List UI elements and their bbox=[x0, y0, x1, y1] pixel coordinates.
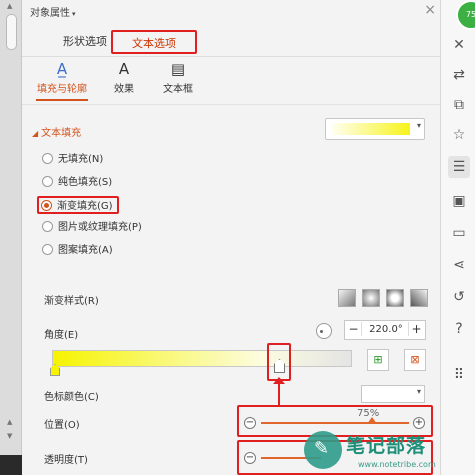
property-icon[interactable]: ☰ bbox=[448, 156, 470, 178]
text-fill-icon: A̲ bbox=[56, 60, 68, 78]
radio-picture-fill[interactable]: 图片或纹理填充(P) bbox=[42, 219, 142, 237]
divider bbox=[22, 104, 440, 105]
slider-track[interactable] bbox=[261, 422, 409, 424]
radio-button[interactable] bbox=[42, 153, 53, 164]
dark-corner bbox=[0, 455, 22, 475]
arrow-icon[interactable]: ⇄ bbox=[448, 64, 470, 86]
transparency-decrease-button[interactable]: − bbox=[244, 452, 256, 464]
transparency-label: 透明度(T) bbox=[44, 455, 88, 466]
angle-increase-button[interactable]: + bbox=[408, 322, 424, 336]
position-decrease-button[interactable]: − bbox=[244, 417, 256, 429]
angle-input[interactable]: 220.0° bbox=[365, 324, 407, 335]
radio-label: 无填充(N) bbox=[58, 154, 104, 165]
divider bbox=[22, 56, 440, 57]
radio-pattern-fill[interactable]: 图案填充(A) bbox=[42, 242, 113, 260]
stop-color-label: 色标颜色(C) bbox=[44, 392, 99, 403]
add-stop-button[interactable]: ⊞ bbox=[367, 349, 389, 371]
share-icon[interactable]: ⋖ bbox=[448, 254, 470, 276]
gradient-stop-selected[interactable] bbox=[274, 359, 285, 373]
tab-text-options[interactable]: 文本选项 bbox=[111, 30, 197, 54]
help-icon[interactable]: ? bbox=[448, 318, 470, 340]
pen-icon: ✎ bbox=[314, 438, 330, 459]
radio-label: 纯色填充(S) bbox=[58, 177, 113, 188]
active-underline bbox=[36, 99, 88, 101]
scroll-up-icon[interactable]: ▲ bbox=[7, 2, 12, 10]
panel-title[interactable]: 对象属性 ▾ bbox=[30, 4, 76, 19]
text-fill-section-header[interactable]: ◢ 文本填充 bbox=[32, 124, 81, 139]
subtab-textbox[interactable]: ▤ 文本框 bbox=[152, 58, 204, 95]
gradient-stop-highlight[interactable] bbox=[267, 343, 291, 381]
section-title: 文本填充 bbox=[41, 128, 82, 139]
watermark-title: 笔记部落 bbox=[346, 435, 427, 457]
left-scroll-strip[interactable]: ▲ ▲ ▼ bbox=[0, 0, 22, 475]
radio-no-fill[interactable]: 无填充(N) bbox=[42, 151, 103, 169]
subtab-label: 文本框 bbox=[163, 84, 193, 95]
angle-stepper[interactable]: − 220.0° + bbox=[344, 320, 426, 340]
watermark-logo: ✎ bbox=[304, 431, 342, 469]
object-properties-panel: 对象属性 ▾ × 形状选项 文本选项 A̲ 填充与轮廓 A 效果 ▤ 文本框 ◢ 文… bbox=[22, 0, 440, 475]
stop-color-dropdown[interactable]: ▾ bbox=[361, 385, 425, 403]
chevron-down-icon[interactable]: ▾ bbox=[417, 387, 421, 396]
radio-label: 图案填充(A) bbox=[58, 245, 113, 256]
scroll-down-icon[interactable]: ▼ bbox=[7, 432, 12, 440]
close-icon[interactable]: × bbox=[424, 2, 436, 18]
gradient-style-label: 渐变样式(R) bbox=[44, 296, 99, 307]
position-label: 位置(O) bbox=[44, 420, 80, 431]
radio-button[interactable] bbox=[42, 176, 53, 187]
dial-dot bbox=[320, 330, 323, 333]
panel-title-text: 对象属性 bbox=[30, 8, 70, 19]
radio-gradient-fill[interactable]: 渐变填充(G) bbox=[37, 196, 119, 214]
radio-solid-fill[interactable]: 纯色填充(S) bbox=[42, 174, 112, 192]
close-icon[interactable]: ✕ bbox=[448, 34, 470, 56]
radio-label: 渐变填充(G) bbox=[57, 201, 113, 212]
radio-label: 图片或纹理填充(P) bbox=[58, 222, 142, 233]
radio-button[interactable] bbox=[42, 244, 53, 255]
radio-button-selected[interactable] bbox=[41, 200, 52, 211]
subtab-fill-outline[interactable]: A̲ 填充与轮廓 bbox=[32, 58, 92, 101]
history-icon[interactable]: ↺ bbox=[448, 286, 470, 308]
star-icon[interactable]: ☆ bbox=[448, 124, 470, 146]
image-icon[interactable]: ▣ bbox=[448, 190, 470, 212]
textbox-icon: ▤ bbox=[170, 60, 186, 78]
scroll-down-icon[interactable]: ▲ bbox=[7, 418, 12, 426]
scroll-thumb[interactable] bbox=[6, 14, 17, 50]
collapse-triangle-icon[interactable]: ◢ bbox=[32, 129, 38, 138]
chevron-down-icon[interactable]: ▾ bbox=[72, 10, 76, 18]
archive-icon[interactable]: ▭ bbox=[448, 222, 470, 244]
gradient-style-radial[interactable] bbox=[362, 289, 380, 307]
subtab-label: 填充与轮廓 bbox=[37, 84, 87, 95]
angle-dial[interactable] bbox=[316, 323, 332, 339]
gradient-style-linear[interactable] bbox=[338, 289, 356, 307]
annotation-line bbox=[278, 381, 280, 405]
avatar[interactable]: 75 bbox=[456, 0, 475, 30]
angle-decrease-button[interactable]: − bbox=[346, 322, 362, 336]
chevron-down-icon[interactable]: ▾ bbox=[417, 121, 421, 130]
gradient-swatch bbox=[332, 123, 410, 135]
subtab-label: 效果 bbox=[114, 84, 134, 95]
slider-thumb[interactable] bbox=[367, 417, 377, 424]
watermark-url: www.notetribe.com bbox=[358, 460, 436, 469]
annotation-arrow-icon bbox=[273, 377, 285, 384]
gradient-bar[interactable] bbox=[52, 350, 352, 367]
angle-label: 角度(E) bbox=[44, 330, 79, 341]
grid-icon[interactable]: ⠿ bbox=[448, 364, 470, 386]
subtab-effects[interactable]: A 效果 bbox=[102, 58, 146, 95]
shape-icon[interactable]: ⧉ bbox=[448, 94, 470, 116]
right-toolbar: 75 ✕ ⇄ ⧉ ☆ ☰ ▣ ▭ ⋖ ↺ ? ⠿ bbox=[440, 0, 475, 475]
gradient-style-path[interactable] bbox=[410, 289, 428, 307]
delete-stop-button[interactable]: ⊠ bbox=[404, 349, 426, 371]
fill-color-dropdown[interactable]: ▾ bbox=[325, 118, 425, 140]
radio-button[interactable] bbox=[42, 221, 53, 232]
text-effect-icon: A bbox=[118, 60, 130, 78]
gradient-style-rect[interactable] bbox=[386, 289, 404, 307]
